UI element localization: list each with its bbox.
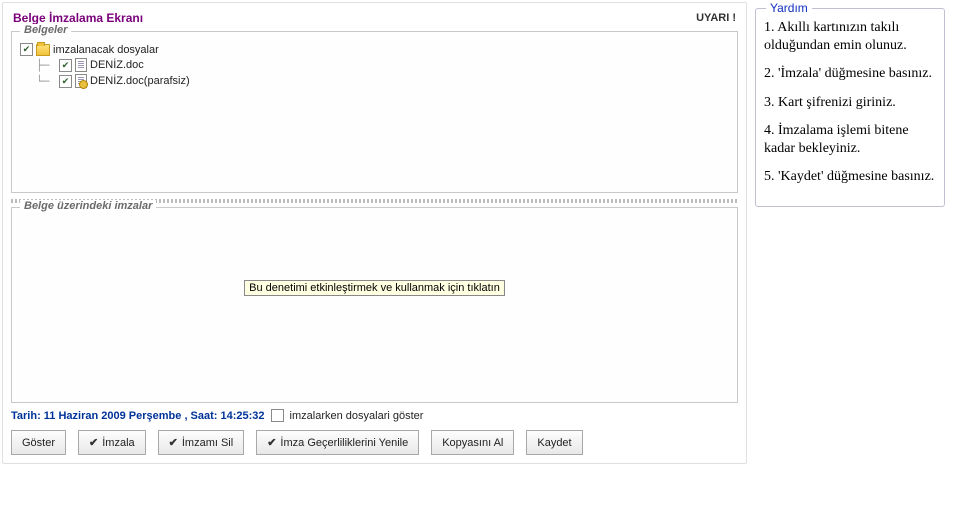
help-step: 5. 'Kaydet' düğmesine basınız.: [764, 168, 936, 186]
signatures-panel: Belge üzerindeki imzalar Bu denetimi etk…: [11, 207, 738, 403]
tree-item-label: DENİZ.doc(parafsiz): [90, 75, 190, 87]
help-steps-list: 1. Akıllı kartınızın takılı olduğundan e…: [764, 19, 936, 186]
tree-root[interactable]: ✔ imzalanacak dosyalar: [20, 42, 729, 57]
sign-button[interactable]: ✔ İmzala: [78, 430, 146, 455]
help-step: 2. 'İmzala' düğmesine basınız.: [764, 65, 936, 83]
tree-item[interactable]: └─ ✔ DENİZ.doc(parafsiz): [36, 73, 729, 89]
delete-signature-button-label: İmzamı Sil: [182, 437, 233, 449]
document-signed-icon: [75, 74, 87, 88]
show-button[interactable]: Göster: [11, 430, 66, 455]
save-button-label: Kaydet: [537, 437, 571, 449]
signatures-area[interactable]: Bu denetimi etkinleştirmek ve kullanmak …: [12, 208, 737, 402]
show-files-checkbox[interactable]: [271, 409, 284, 422]
check-icon: ✔: [89, 436, 98, 449]
help-title: Yardım: [766, 1, 812, 15]
delete-signature-button[interactable]: ✔ İmzamı Sil: [158, 430, 245, 455]
page-title: Belge İmzalama Ekranı: [13, 11, 143, 25]
check-icon: ✔: [267, 436, 276, 449]
tree-root-label: imzalanacak dosyalar: [53, 44, 159, 56]
activation-tooltip: Bu denetimi etkinleştirmek ve kullanmak …: [244, 280, 505, 296]
datetime-label: Tarih: 11 Haziran 2009 Perşembe , Saat: …: [11, 410, 265, 422]
checkbox-icon[interactable]: ✔: [20, 43, 33, 56]
tree-branch-icon: └─: [36, 75, 56, 88]
button-bar: Göster ✔ İmzala ✔ İmzamı Sil ✔ İmza Geçe…: [11, 430, 738, 455]
show-files-label: imzalarken dosyalari göster: [290, 410, 424, 422]
checkbox-icon[interactable]: ✔: [59, 59, 72, 72]
folder-icon: [36, 44, 50, 56]
copy-button-label: Kopyasını Al: [442, 437, 503, 449]
copy-button[interactable]: Kopyasını Al: [431, 430, 514, 455]
warning-label: UYARI !: [696, 12, 736, 24]
refresh-validity-button-label: İmza Geçerliliklerini Yenile: [280, 437, 408, 449]
help-panel: Yardım 1. Akıllı kartınızın takılı olduğ…: [755, 8, 945, 207]
help-step: 3. Kart şifrenizi giriniz.: [764, 94, 936, 112]
main-panel: Belge İmzalama Ekranı UYARI ! Belgeler ✔…: [2, 2, 747, 464]
documents-panel: Belgeler ✔ imzalanacak dosyalar ├─ ✔ DEN…: [11, 31, 738, 193]
documents-tree: ✔ imzalanacak dosyalar ├─ ✔ DENİZ.doc └─…: [12, 32, 737, 93]
tree-branch-icon: ├─: [36, 59, 56, 72]
check-icon: ✔: [169, 436, 178, 449]
status-row: Tarih: 11 Haziran 2009 Perşembe , Saat: …: [11, 409, 738, 422]
show-button-label: Göster: [22, 437, 55, 449]
documents-legend: Belgeler: [20, 24, 71, 36]
refresh-validity-button[interactable]: ✔ İmza Geçerliliklerini Yenile: [256, 430, 419, 455]
checkbox-icon[interactable]: ✔: [59, 75, 72, 88]
tree-item[interactable]: ├─ ✔ DENİZ.doc: [36, 57, 729, 73]
help-step: 4. İmzalama işlemi bitene kadar bekleyin…: [764, 122, 936, 158]
tree-item-label: DENİZ.doc: [90, 59, 144, 71]
sign-button-label: İmzala: [102, 437, 134, 449]
document-icon: [75, 58, 87, 72]
help-step: 1. Akıllı kartınızın takılı olduğundan e…: [764, 19, 936, 55]
save-button[interactable]: Kaydet: [526, 430, 582, 455]
